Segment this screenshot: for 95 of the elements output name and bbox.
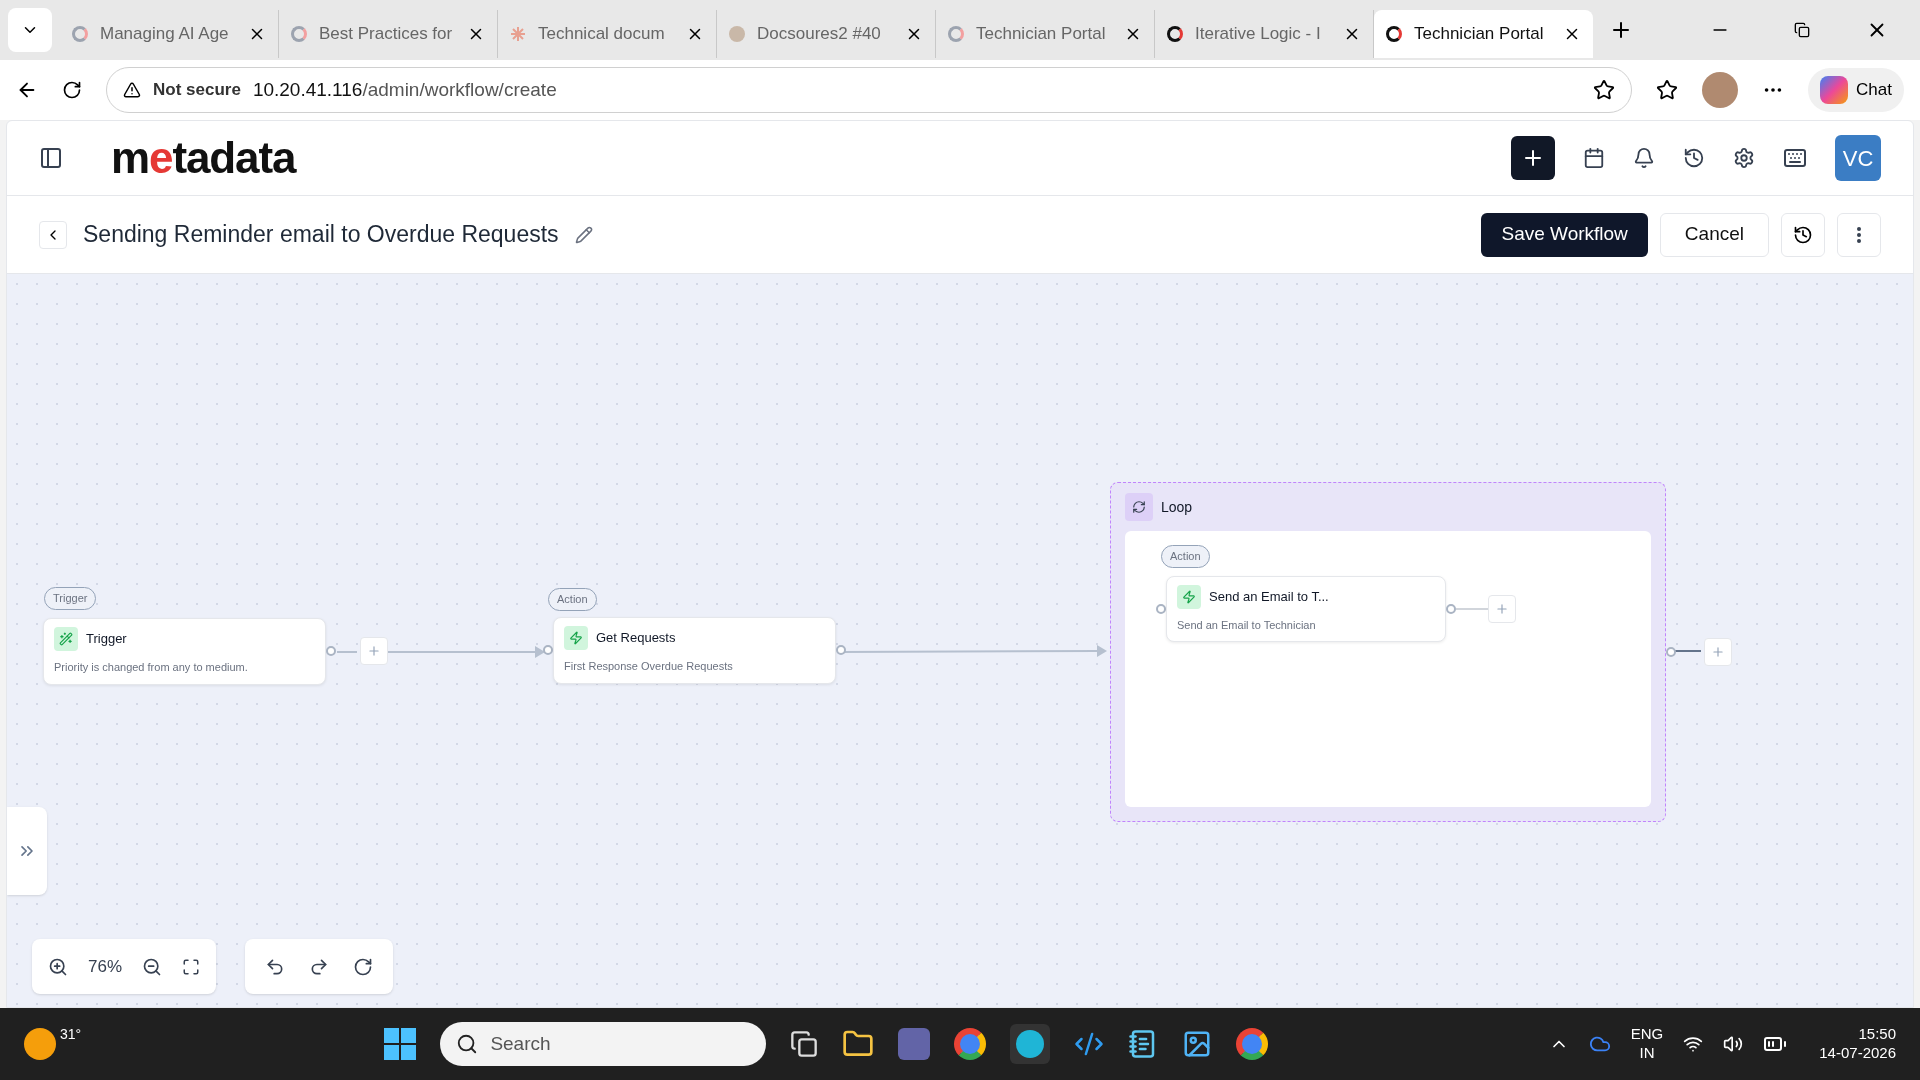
node-type-label: Action: [1161, 545, 1210, 568]
node-title: Trigger: [86, 630, 127, 649]
brand-logo: metadata: [111, 132, 296, 184]
node-description: Send an Email to Technician: [1177, 617, 1317, 633]
site-icon: [948, 26, 964, 42]
language-label[interactable]: ENG: [1630, 1025, 1664, 1044]
clock-date[interactable]: 14-07-2026: [1819, 1044, 1896, 1063]
volume-icon[interactable]: [1723, 1034, 1744, 1054]
keyboard-icon[interactable]: [1783, 146, 1807, 170]
loop-container[interactable]: Loop Action Send an Email to T... Send an Email to Technician: [1110, 482, 1666, 822]
zoom-level: 76%: [88, 955, 123, 978]
favorites-icon[interactable]: [1656, 79, 1679, 101]
security-label: Not secure: [153, 79, 241, 102]
workflow-node[interactable]: Send an Email to T... Send an Email to Technician: [1166, 575, 1446, 642]
clock-time[interactable]: 15:50: [1858, 1025, 1896, 1044]
tab-title: Docsoures2 #40: [757, 23, 882, 46]
warning-icon: [123, 81, 141, 99]
node-description: Priority is changed from any to medium.: [54, 660, 249, 675]
connector-line: [336, 651, 358, 653]
reload-icon[interactable]: [62, 80, 82, 100]
profile-avatar[interactable]: [1702, 72, 1739, 108]
history-icon: [1793, 224, 1813, 245]
browser-tab[interactable]: Technical docum: [498, 10, 717, 58]
browser-tab[interactable]: Technician Portal: [1374, 10, 1593, 58]
zoom-in-icon[interactable]: [48, 956, 68, 977]
taskbar-search-field[interactable]: Search: [440, 1022, 767, 1066]
loop-icon: [1125, 493, 1153, 521]
workflow-node[interactable]: Get Requests First Response Overdue Requests: [553, 617, 836, 684]
back-button[interactable]: [39, 220, 67, 249]
node-type-label: Action: [548, 588, 597, 611]
plus-icon: [1495, 601, 1509, 616]
site-icon: [1167, 26, 1183, 42]
history-icon[interactable]: [1683, 147, 1705, 169]
node-icon: [1177, 584, 1201, 609]
browser-tab[interactable]: Managing AI Age: [60, 10, 279, 58]
avatar-icon: [729, 26, 745, 42]
wifi-icon[interactable]: [1683, 1034, 1704, 1054]
search-placeholder: Search: [490, 1031, 551, 1056]
node-description: First Response Overdue Requests: [564, 659, 734, 674]
fit-view-icon[interactable]: [182, 957, 201, 976]
tab-title: Technician Portal: [976, 23, 1107, 46]
settings-icon[interactable]: [1733, 147, 1755, 169]
photos-icon[interactable]: [1182, 1029, 1213, 1059]
url-text: 10.20.41.116/admin/workflow/create: [252, 77, 557, 102]
edit-icon[interactable]: [574, 225, 593, 244]
site-icon: [1386, 26, 1402, 42]
search-icon: [456, 1033, 479, 1055]
reset-icon[interactable]: [353, 956, 373, 977]
site-icon: [291, 26, 307, 42]
plus-icon: [1711, 645, 1725, 659]
plus-icon: [367, 644, 381, 659]
connector-handle: [836, 645, 846, 656]
add-button[interactable]: [1511, 136, 1555, 180]
redo-icon[interactable]: [309, 956, 329, 977]
connector-handle: [326, 646, 336, 657]
tab-title: Best Practices for: [319, 23, 454, 46]
tab-title: Managing AI Age: [100, 23, 230, 46]
task-view-icon[interactable]: [790, 1030, 819, 1058]
chrome-icon[interactable]: [1236, 1028, 1269, 1060]
chrome-icon[interactable]: [954, 1028, 987, 1060]
zoom-out-icon[interactable]: [142, 956, 163, 977]
calendar-icon[interactable]: [1583, 147, 1605, 169]
sparkle-icon: [510, 26, 526, 42]
workflow-node[interactable]: Trigger Priority is changed from any to medium.: [43, 618, 326, 685]
chat-button[interactable]: Chat: [1808, 68, 1904, 112]
loop-title: Loop: [1161, 497, 1193, 517]
region-label[interactable]: IN: [1639, 1044, 1655, 1063]
undo-icon[interactable]: [265, 956, 285, 977]
node-title: Get Requests: [596, 629, 676, 648]
tab-title: Technical docum: [538, 23, 666, 46]
copilot-icon: [1820, 76, 1849, 104]
save-workflow-button[interactable]: Save Workflow: [1481, 212, 1648, 257]
node-icon: [54, 627, 78, 651]
workflow-title: Sending Reminder email to Overdue Requests: [83, 220, 559, 250]
restore-icon[interactable]: [1794, 22, 1810, 38]
tab-title: Iterative Logic - I: [1195, 23, 1322, 46]
history-button[interactable]: [1781, 212, 1825, 257]
cancel-button[interactable]: Cancel: [1659, 212, 1769, 257]
start-icon[interactable]: [384, 1028, 417, 1060]
user-avatar[interactable]: VC: [1835, 135, 1881, 181]
connector-handle: [1666, 647, 1676, 657]
favorite-icon[interactable]: [1593, 79, 1616, 101]
node-title: Send an Email to T...: [1209, 587, 1329, 606]
notification-icon[interactable]: [1633, 147, 1655, 169]
tab-title: Technician Portal: [1414, 23, 1545, 46]
connector-handle: [1446, 603, 1456, 614]
browser-tab[interactable]: Best Practices for: [279, 10, 498, 58]
temperature: 31°: [60, 1024, 82, 1044]
node-icon: [564, 626, 588, 650]
node-type-label: Trigger: [44, 587, 97, 610]
browser-tab[interactable]: Docsoures2 #40: [717, 10, 936, 58]
more-icon: [1857, 226, 1861, 243]
browser-tab[interactable]: Technician Portal: [936, 10, 1155, 58]
site-icon: [72, 26, 88, 42]
sidebar-toggle-icon[interactable]: [39, 146, 63, 170]
